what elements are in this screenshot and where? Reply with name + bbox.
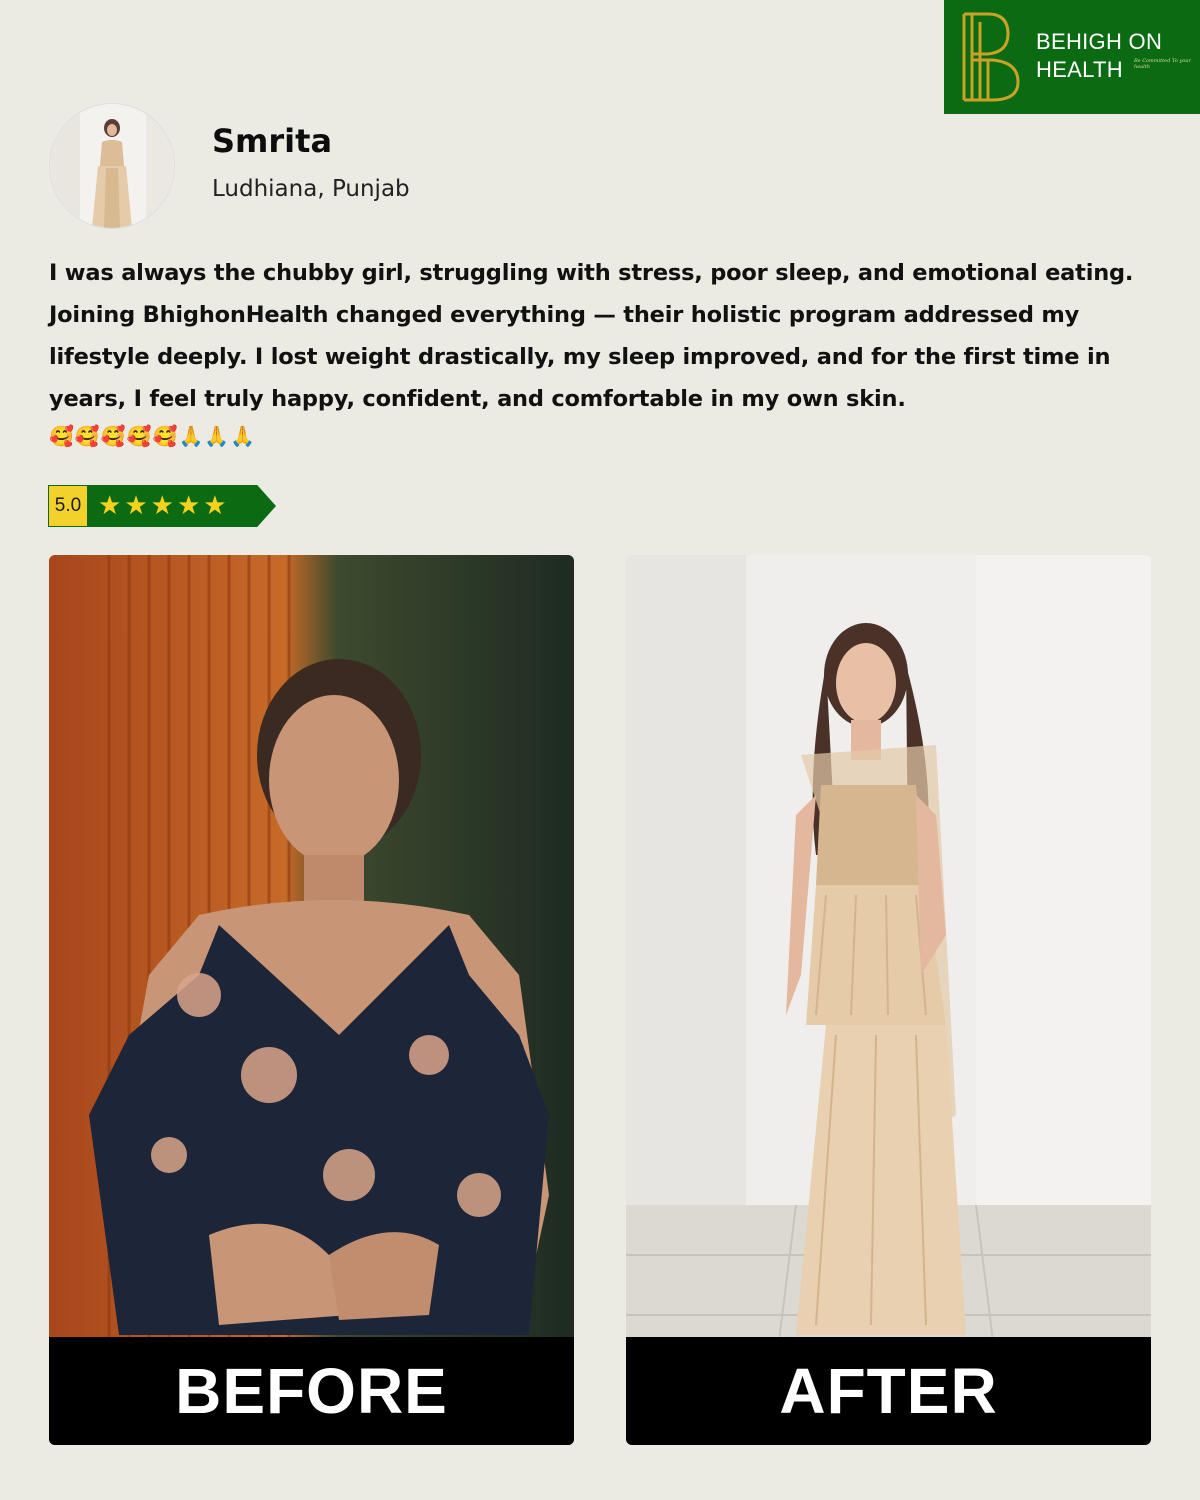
brand-name: BEHIGH ON HEALTH (1036, 28, 1162, 84)
brand-logo: BEHIGH ON HEALTH Be Committed To your he… (944, 0, 1200, 114)
avatar-photo (50, 104, 174, 228)
after-label: AFTER (626, 1337, 1151, 1445)
star-icon: ★ (98, 491, 122, 521)
after-photo: AFTER (626, 555, 1151, 1445)
before-label: BEFORE (49, 1337, 574, 1445)
star-icon: ★ (176, 491, 201, 521)
rating-score: 5.0 (48, 485, 88, 527)
star-icon: ★ (203, 491, 227, 521)
before-image (49, 555, 574, 1445)
rating-badge: 5.0 ★ ★ ★ ★ ★ (48, 485, 276, 527)
after-image (626, 555, 1151, 1445)
before-photo: BEFORE (49, 555, 574, 1445)
rating-stars: ★ ★ ★ ★ ★ (88, 485, 276, 527)
brand-name-line1: BEHIGH ON (1036, 29, 1163, 54)
testimonial-emojis: 🥰🥰🥰🥰🥰🙏🙏🙏 (49, 424, 257, 448)
profile-location: Ludhiana, Punjab (212, 176, 410, 202)
bh-monogram-icon (962, 12, 1020, 102)
profile-name: Smrita (212, 122, 333, 160)
brand-tagline: Be Committed To your health (1134, 58, 1191, 70)
testimonial-text: I was always the chubby girl, struggling… (49, 260, 1134, 412)
star-icon: ★ (150, 491, 174, 521)
avatar (49, 103, 175, 229)
star-icon: ★ (124, 491, 148, 521)
